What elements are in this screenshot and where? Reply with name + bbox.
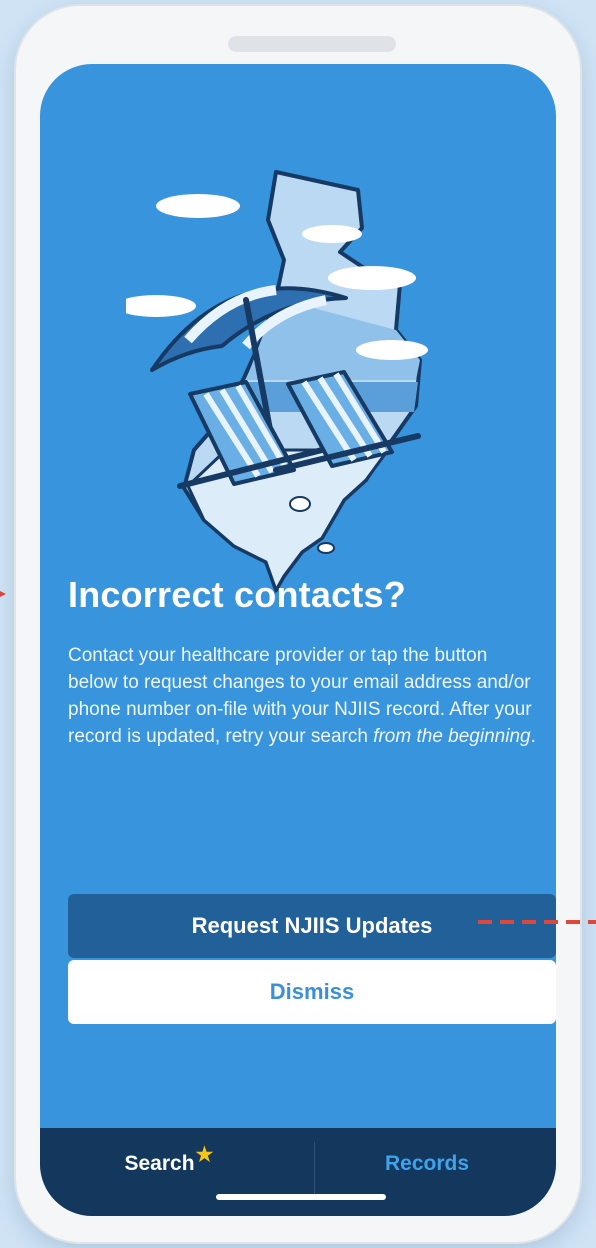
annotation-arrow-right xyxy=(478,920,596,924)
home-indicator[interactable] xyxy=(216,1194,386,1200)
tab-search-label: Search xyxy=(124,1152,195,1175)
star-icon: ★ xyxy=(195,1143,214,1166)
tab-divider xyxy=(314,1142,315,1198)
phone-speaker xyxy=(228,36,396,52)
instruction-end: . xyxy=(530,726,536,747)
tab-records-label: Records xyxy=(384,1152,470,1175)
beach-chairs-new-jersey-illustration xyxy=(126,170,428,594)
annotation-arrow-left xyxy=(0,591,6,597)
app-screen: Incorrect contacts? Contact your healthc… xyxy=(40,64,556,1216)
dismiss-button[interactable]: Dismiss xyxy=(68,960,556,1024)
instruction-text: Contact your healthcare provider or tap … xyxy=(68,642,538,750)
instruction-emphasis: from the beginning xyxy=(373,726,531,747)
phone-frame: Incorrect contacts? Contact your healthc… xyxy=(16,6,580,1242)
tab-bar: Search ★ Records xyxy=(40,1128,556,1216)
tab-search[interactable]: Search ★ xyxy=(40,1128,298,1216)
tab-records[interactable]: Records xyxy=(298,1128,556,1216)
page-title: Incorrect contacts? xyxy=(68,574,406,615)
